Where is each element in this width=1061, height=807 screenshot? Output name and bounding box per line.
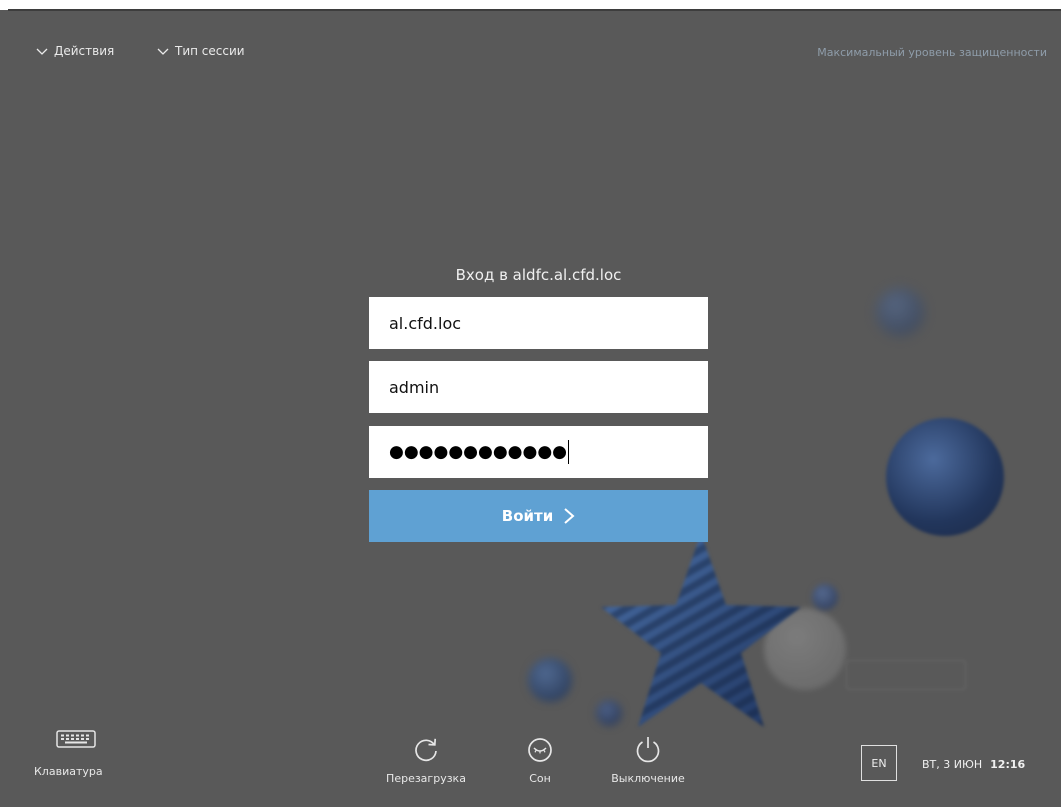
top-divider [8,9,1061,11]
shutdown-button[interactable]: Выключение [602,734,694,785]
sleep-icon [528,738,552,762]
keyboard-label: Клавиатура [34,765,103,778]
decor-watermark [846,660,966,690]
sleep-button[interactable]: Сон [518,736,562,785]
login-button-label: Войти [501,507,554,525]
power-icon [636,737,660,763]
sleep-label: Сон [529,772,551,785]
actions-menu-label: Действия [54,44,115,58]
date-text: ВТ, 3 ИЮН [922,758,983,771]
password-mask: ●●●●●●●●●●●● [389,442,568,462]
language-button[interactable]: EN [861,745,897,781]
shutdown-label: Выключение [611,772,685,785]
decor-sphere [876,288,924,336]
top-strip [0,0,1061,11]
chevron-down-icon [36,48,48,55]
decor-sphere [886,418,1004,536]
login-title: Вход в aldfc.al.cfd.loc [455,266,622,284]
keyboard-button[interactable]: Клавиатура [34,730,103,778]
decor-sphere [812,584,838,610]
reboot-label: Перезагрузка [386,772,466,785]
reboot-icon [415,738,437,762]
session-type-menu[interactable]: Тип сессии [157,44,245,58]
keyboard-icon [56,730,96,748]
chevron-right-icon [564,508,575,524]
username-field[interactable] [369,361,708,413]
chevron-down-icon [157,48,169,55]
session-type-menu-label: Тип сессии [175,44,245,58]
login-button[interactable]: Войти [369,490,708,542]
reboot-button[interactable]: Перезагрузка [378,736,474,785]
star-decoration-icon [601,533,801,727]
password-field[interactable]: ●●●●●●●●●●●● [369,426,708,478]
decor-sphere [528,658,572,702]
date-time: ВТ, 3 ИЮН 12:16 [922,758,1025,771]
actions-menu[interactable]: Действия [36,44,114,58]
decor-sphere [596,700,622,726]
time-text: 12:16 [990,758,1026,771]
security-level-text: Максимальный уровень защищенности [817,46,1047,59]
text-caret [568,440,570,464]
domain-field[interactable] [369,297,708,349]
